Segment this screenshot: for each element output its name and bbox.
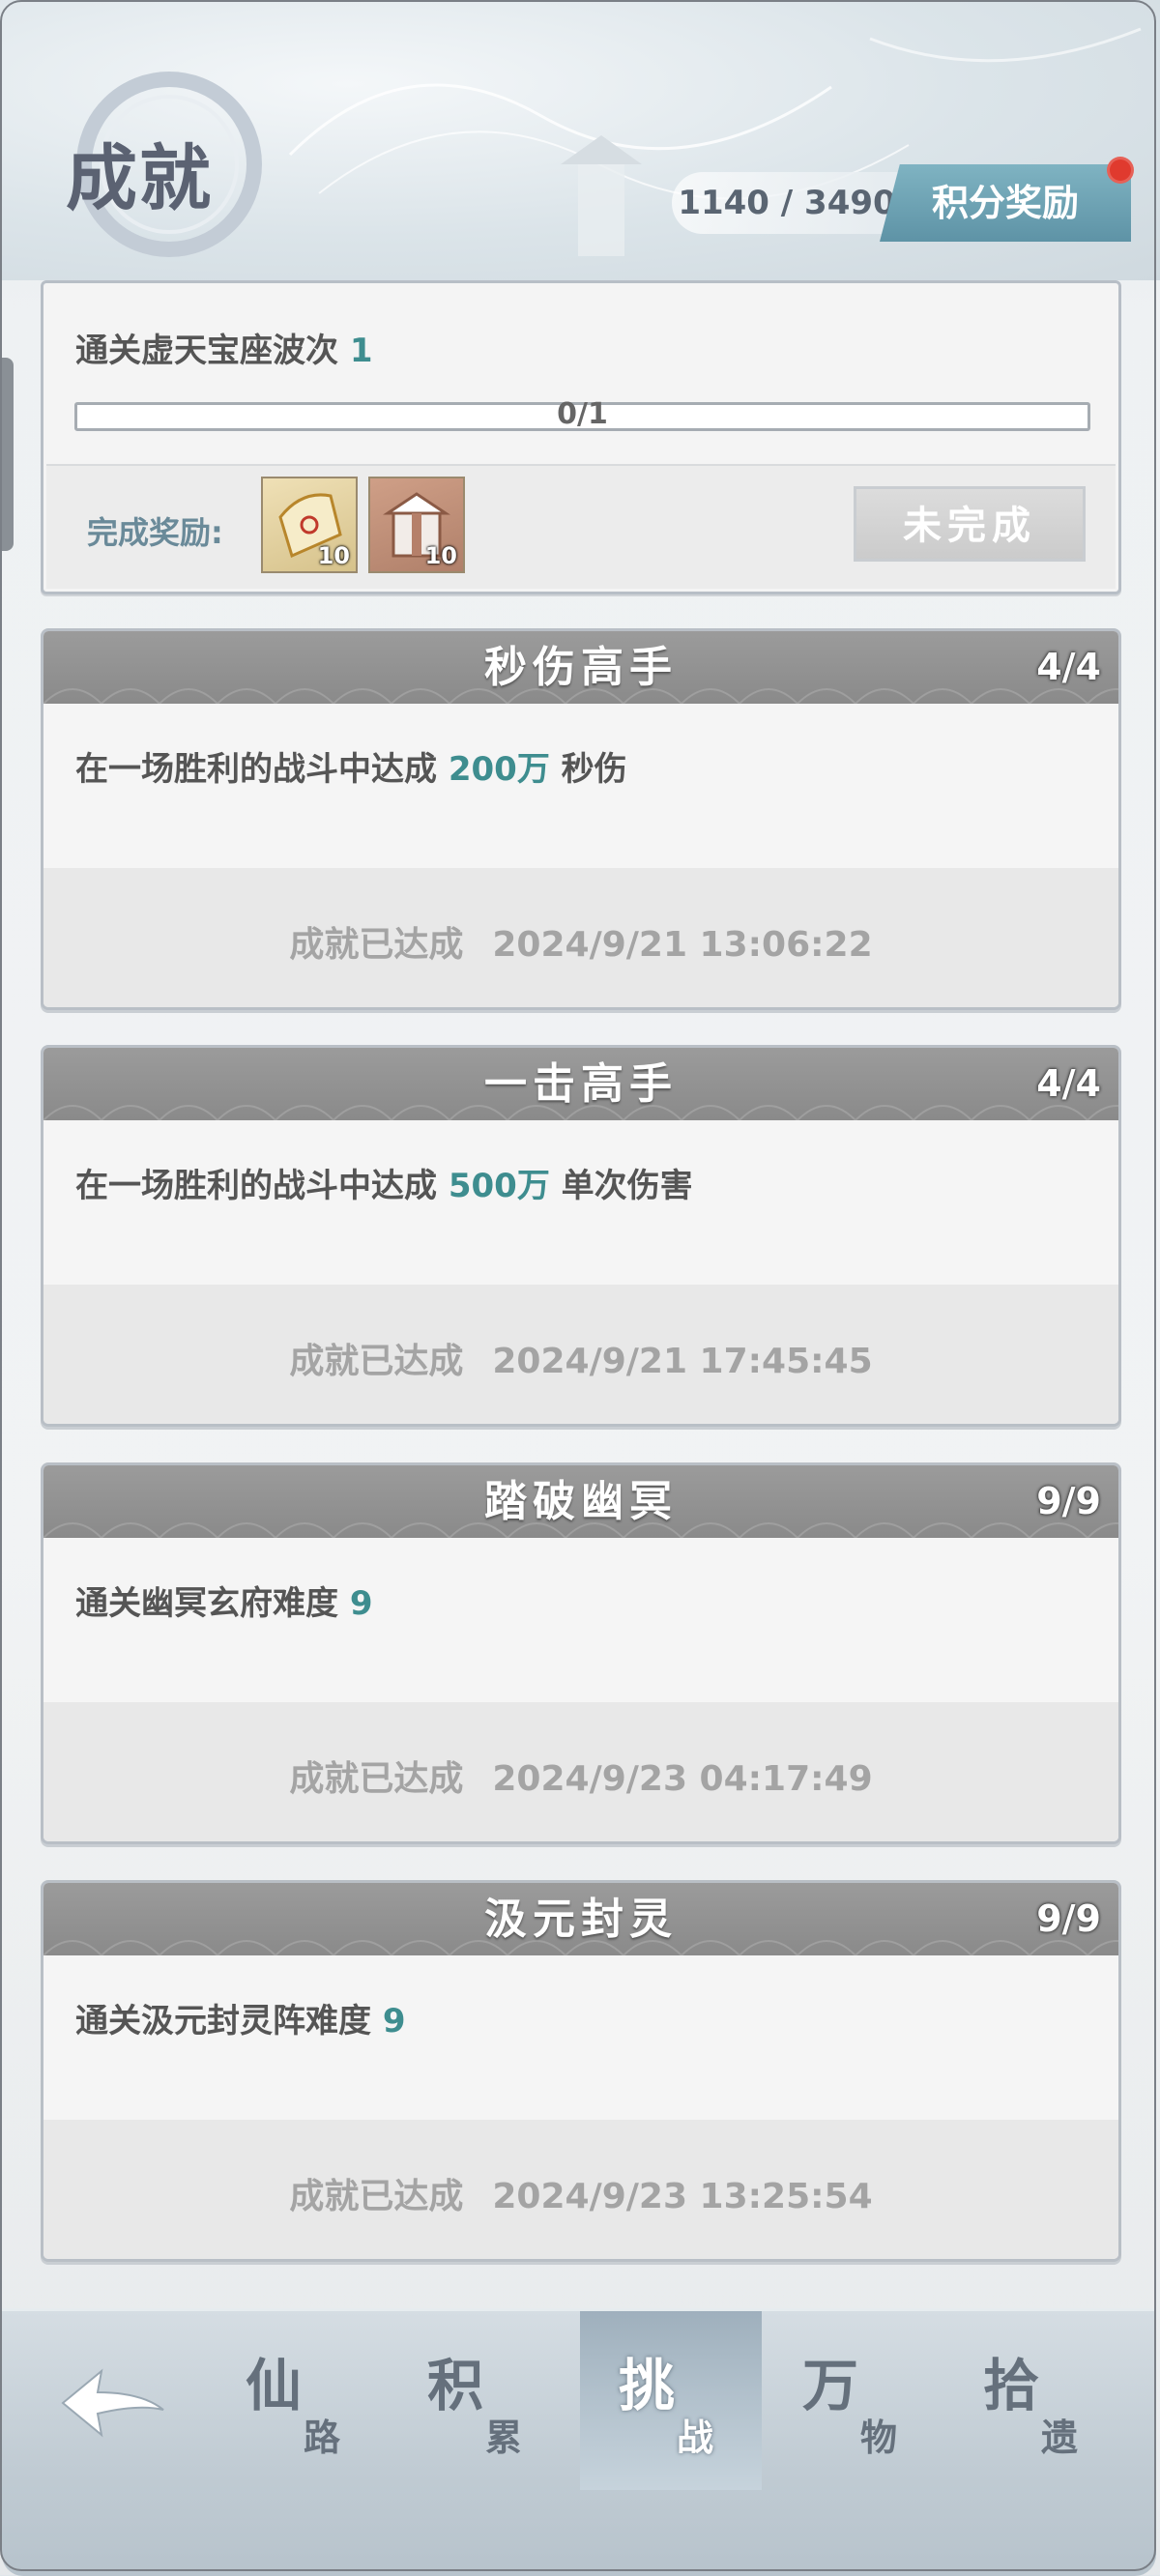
achievement-title: 秒伤高手 [484, 643, 678, 692]
card-header: 踏破幽冥 9/9 [44, 1465, 1118, 1538]
completion-time: 2024/9/21 17:45:45 [492, 1342, 873, 1381]
card-header: 汲元封灵 9/9 [44, 1883, 1118, 1955]
bottom-navigation: 仙 路 积 累 挑 战 万 物 拾 遗 [2, 2308, 1156, 2576]
achievement-description: 通关汲元封灵阵难度 9 [75, 1994, 406, 2041]
reward-count: 10 [317, 542, 350, 569]
notification-dot-icon [1107, 157, 1134, 184]
achievement-card-pending: 通关虚天宝座波次 1 0/1 完成奖励: 10 10 未完成 [41, 280, 1121, 594]
completion-status: 成就已达成 [289, 1342, 464, 1381]
tab-tiaozhan[interactable]: 挑 战 [580, 2311, 762, 2490]
tab-sub-label: 路 [304, 2416, 341, 2459]
achievement-title: 一击高手 [484, 1059, 678, 1109]
reward-count: 10 [424, 542, 457, 569]
back-button[interactable] [55, 2359, 171, 2446]
card-footer: 成就已达成 2024/9/21 13:06:22 [44, 868, 1118, 1007]
tab-shiyi[interactable]: 拾 遗 [944, 2311, 1126, 2490]
tab-jilei[interactable]: 积 累 [389, 2311, 570, 2490]
tab-wanwu[interactable]: 万 物 [764, 2311, 945, 2490]
completion-status: 成就已达成 [289, 925, 464, 965]
completion-time: 2024/9/21 13:06:22 [492, 925, 873, 965]
description-text: 在一场胜利的战斗中达成 [75, 1167, 449, 1205]
description-suffix: 单次伤害 [549, 1167, 693, 1205]
progress-bar: 0/1 [74, 397, 1090, 431]
achievement-description: 在一场胜利的战斗中达成 200万 秒伤 [75, 742, 627, 790]
tab-sub-label: 累 [485, 2416, 523, 2459]
score-separator: / [768, 184, 805, 222]
tab-sub-label: 战 [677, 2416, 714, 2459]
achievement-card: 踏破幽冥 9/9 通关幽冥玄府难度 9 成就已达成 2024/9/23 04:17… [41, 1462, 1121, 1844]
achievement-card: 汲元封灵 9/9 通关汲元封灵阵难度 9 成就已达成 2024/9/23 13:2… [41, 1880, 1121, 2262]
completion-status: 成就已达成 [289, 1759, 464, 1799]
description-text: 在一场胜利的战斗中达成 [75, 750, 449, 789]
achievement-title: 汲元封灵 [484, 1895, 678, 1944]
achievement-title: 踏破幽冥 [484, 1477, 678, 1526]
achievement-count: 9/9 [1036, 1897, 1101, 1940]
completion-info: 成就已达成 2024/9/21 13:06:22 [44, 916, 1118, 967]
score-current: 1140 [678, 184, 769, 222]
completion-info: 成就已达成 2024/9/23 13:25:54 [44, 2168, 1118, 2218]
card-footer: 成就已达成 2024/9/23 04:17:49 [44, 1702, 1118, 1841]
description-value: 9 [382, 2002, 406, 2041]
reward-item-gift-box[interactable]: 10 [368, 477, 465, 573]
achievement-description: 通关幽冥玄府难度 9 [75, 1577, 373, 1624]
back-arrow-icon [61, 2368, 164, 2438]
tab-main-label: 万 [802, 2353, 859, 2418]
achievement-description: 在一场胜利的战斗中达成 500万 单次伤害 [75, 1159, 693, 1206]
description-text: 通关虚天宝座波次 [75, 332, 350, 370]
completion-info: 成就已达成 2024/9/23 04:17:49 [44, 1751, 1118, 1801]
description-value: 500万 [448, 1167, 550, 1205]
achievement-count: 9/9 [1036, 1480, 1101, 1522]
completion-time: 2024/9/23 13:25:54 [492, 2177, 873, 2216]
description-suffix: 秒伤 [549, 750, 627, 789]
tab-sub-label: 遗 [1041, 2416, 1079, 2459]
card-footer: 成就已达成 2024/9/21 17:45:45 [44, 1285, 1118, 1424]
reward-item-fan-token[interactable]: 10 [261, 477, 358, 573]
tab-main-label: 仙 [246, 2353, 303, 2418]
side-drawer-handle[interactable] [0, 358, 14, 551]
achievement-description: 通关虚天宝座波次 1 [75, 324, 373, 371]
description-text: 通关幽冥玄府难度 [75, 1584, 350, 1623]
achievement-count: 4/4 [1036, 646, 1101, 688]
achievement-card: 一击高手 4/4 在一场胜利的战斗中达成 500万 单次伤害 成就已达成 2024… [41, 1045, 1121, 1427]
achievement-count: 4/4 [1036, 1062, 1101, 1105]
completion-time: 2024/9/23 04:17:49 [492, 1759, 873, 1799]
completion-info: 成就已达成 2024/9/21 17:45:45 [44, 1333, 1118, 1383]
tab-xianlu[interactable]: 仙 路 [207, 2311, 389, 2490]
incomplete-status-button[interactable]: 未完成 [854, 486, 1086, 562]
description-text: 通关汲元封灵阵难度 [75, 2002, 383, 2041]
completion-status: 成就已达成 [289, 2177, 464, 2216]
progress-text: 0/1 [557, 397, 608, 431]
header: 成就 1140 / 3490 积分奖励 [0, 0, 1160, 280]
card-footer: 成就已达成 2024/9/23 13:25:54 [44, 2120, 1118, 2259]
description-value: 1 [349, 332, 373, 370]
tab-main-label: 积 [427, 2353, 484, 2418]
points-reward-button[interactable]: 积分奖励 [880, 164, 1131, 242]
card-header: 一击高手 4/4 [44, 1048, 1118, 1120]
description-value: 200万 [448, 750, 550, 789]
tab-main-label: 挑 [619, 2353, 676, 2418]
card-header: 秒伤高手 4/4 [44, 631, 1118, 704]
reward-label: 完成奖励: [87, 514, 223, 551]
tab-main-label: 拾 [983, 2353, 1040, 2418]
divider [46, 464, 1116, 466]
score-total: 3490 [804, 184, 896, 222]
achievement-card: 秒伤高手 4/4 在一场胜利的战斗中达成 200万 秒伤 成就已达成 2024/9… [41, 628, 1121, 1010]
page-title: 成就 [66, 137, 213, 220]
tab-sub-label: 物 [860, 2416, 898, 2459]
score-display: 1140 / 3490 [672, 172, 902, 234]
description-value: 9 [349, 1584, 373, 1623]
